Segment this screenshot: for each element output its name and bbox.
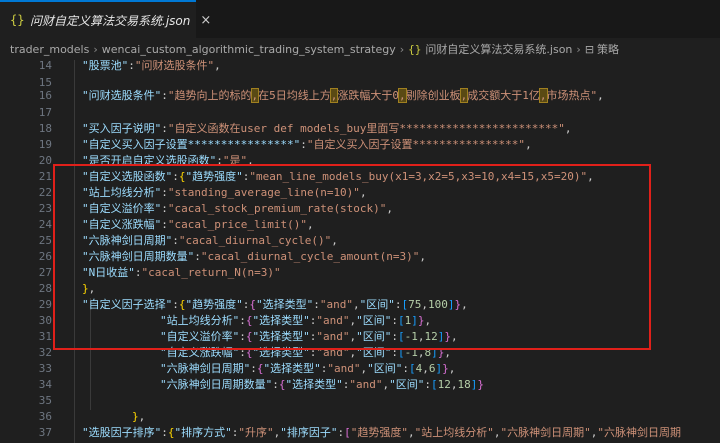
code-line: 23 "自定义溢价率":"cacal_stock_premium_rate(st… [38, 202, 394, 215]
code-line: 34 "六脉神剑日周期数量":{"选择类型":"and","区间":[12,18… [38, 378, 484, 391]
chevron-right-icon: › [399, 42, 405, 56]
code-line: 26 "六脉神剑日周期数量":"cacal_diurnal_cycle_amou… [38, 250, 427, 263]
code-line: 24 "自定义涨跌幅":"cacal_price_limit()", [38, 218, 314, 231]
chevron-right-icon: › [93, 42, 98, 56]
symbol-object-icon: ⊟ [584, 42, 595, 56]
breadcrumb-symbol[interactable]: 策略 [597, 41, 619, 57]
tab-bar: {} 问财自定义算法交易系统.json × [0, 0, 720, 38]
code-line: 16 "问财选股条件":"趋势向上的标的,在5日均线上方,涨跌幅大于0,剔除创业… [38, 88, 604, 103]
code-line: 32 "自定义涨跌幅":{"选择类型":"and","区间":[-1,8]}, [38, 346, 451, 359]
code-line: 35 [38, 394, 52, 407]
code-line: 29 "自定义因子选择":{"趋势强度":{"选择类型":"and","区间":… [38, 298, 468, 311]
close-icon[interactable]: × [200, 13, 211, 28]
tab-active-file[interactable]: {} 问财自定义算法交易系统.json × [0, 0, 211, 38]
code-line: 31 "自定义溢价率":{"选择类型":"and","区间":[-1,12]}, [38, 330, 458, 343]
code-line: 25 "六脉神剑日周期":"cacal_diurnal_cycle()", [38, 234, 338, 247]
json-file-icon: {} [408, 42, 422, 56]
tab-title: 问财自定义算法交易系统.json [30, 13, 191, 28]
breadcrumb-file[interactable]: 问财自定义算法交易系统.json [425, 41, 572, 57]
code-line: 14 "股票池":"问财选股条件", [38, 59, 221, 72]
code-line: 22 "站上均线分析":"standing_average_line(n=10)… [38, 186, 367, 199]
code-line: 17 [38, 106, 52, 119]
json-file-icon: {} [10, 13, 25, 27]
code-line: 19 "自定义买入因子设置****************":"自定义买入因子设… [38, 138, 532, 151]
chevron-right-icon: › [576, 42, 581, 56]
code-line: 33 "六脉神剑日周期":{"选择类型":"and","区间":[4,6]}, [38, 362, 456, 375]
breadcrumb-folder-root[interactable]: trader_models [10, 43, 89, 56]
code-line: 36 }, [38, 410, 146, 423]
breadcrumb-folder-strategy[interactable]: wencai_custom_algorithmic_trading_system… [102, 43, 396, 56]
code-line: 28 }, [38, 282, 96, 295]
code-line: 27 "N日收益":"cacal_return_N(n=3)" [38, 266, 281, 279]
code-line: 37 "选股因子排序":{"排序方式":"升序","排序因子":["趋势强度",… [38, 426, 681, 439]
code-line: 30 "站上均线分析":{"选择类型":"and","区间":[1]}, [38, 314, 432, 327]
code-line: 18 "买入因子说明":"自定义函数在user def models_buy里面… [38, 122, 572, 135]
code-line: 21 "自定义选股函数":{"趋势强度":"mean_line_models_b… [38, 170, 594, 183]
code-editor[interactable]: 14 "股票池":"问财选股条件", 15 16 "问财选股条件":"趋势向上的… [0, 59, 720, 443]
code-line: 20 "是否开启自定义选股函数":"是", [38, 154, 254, 167]
